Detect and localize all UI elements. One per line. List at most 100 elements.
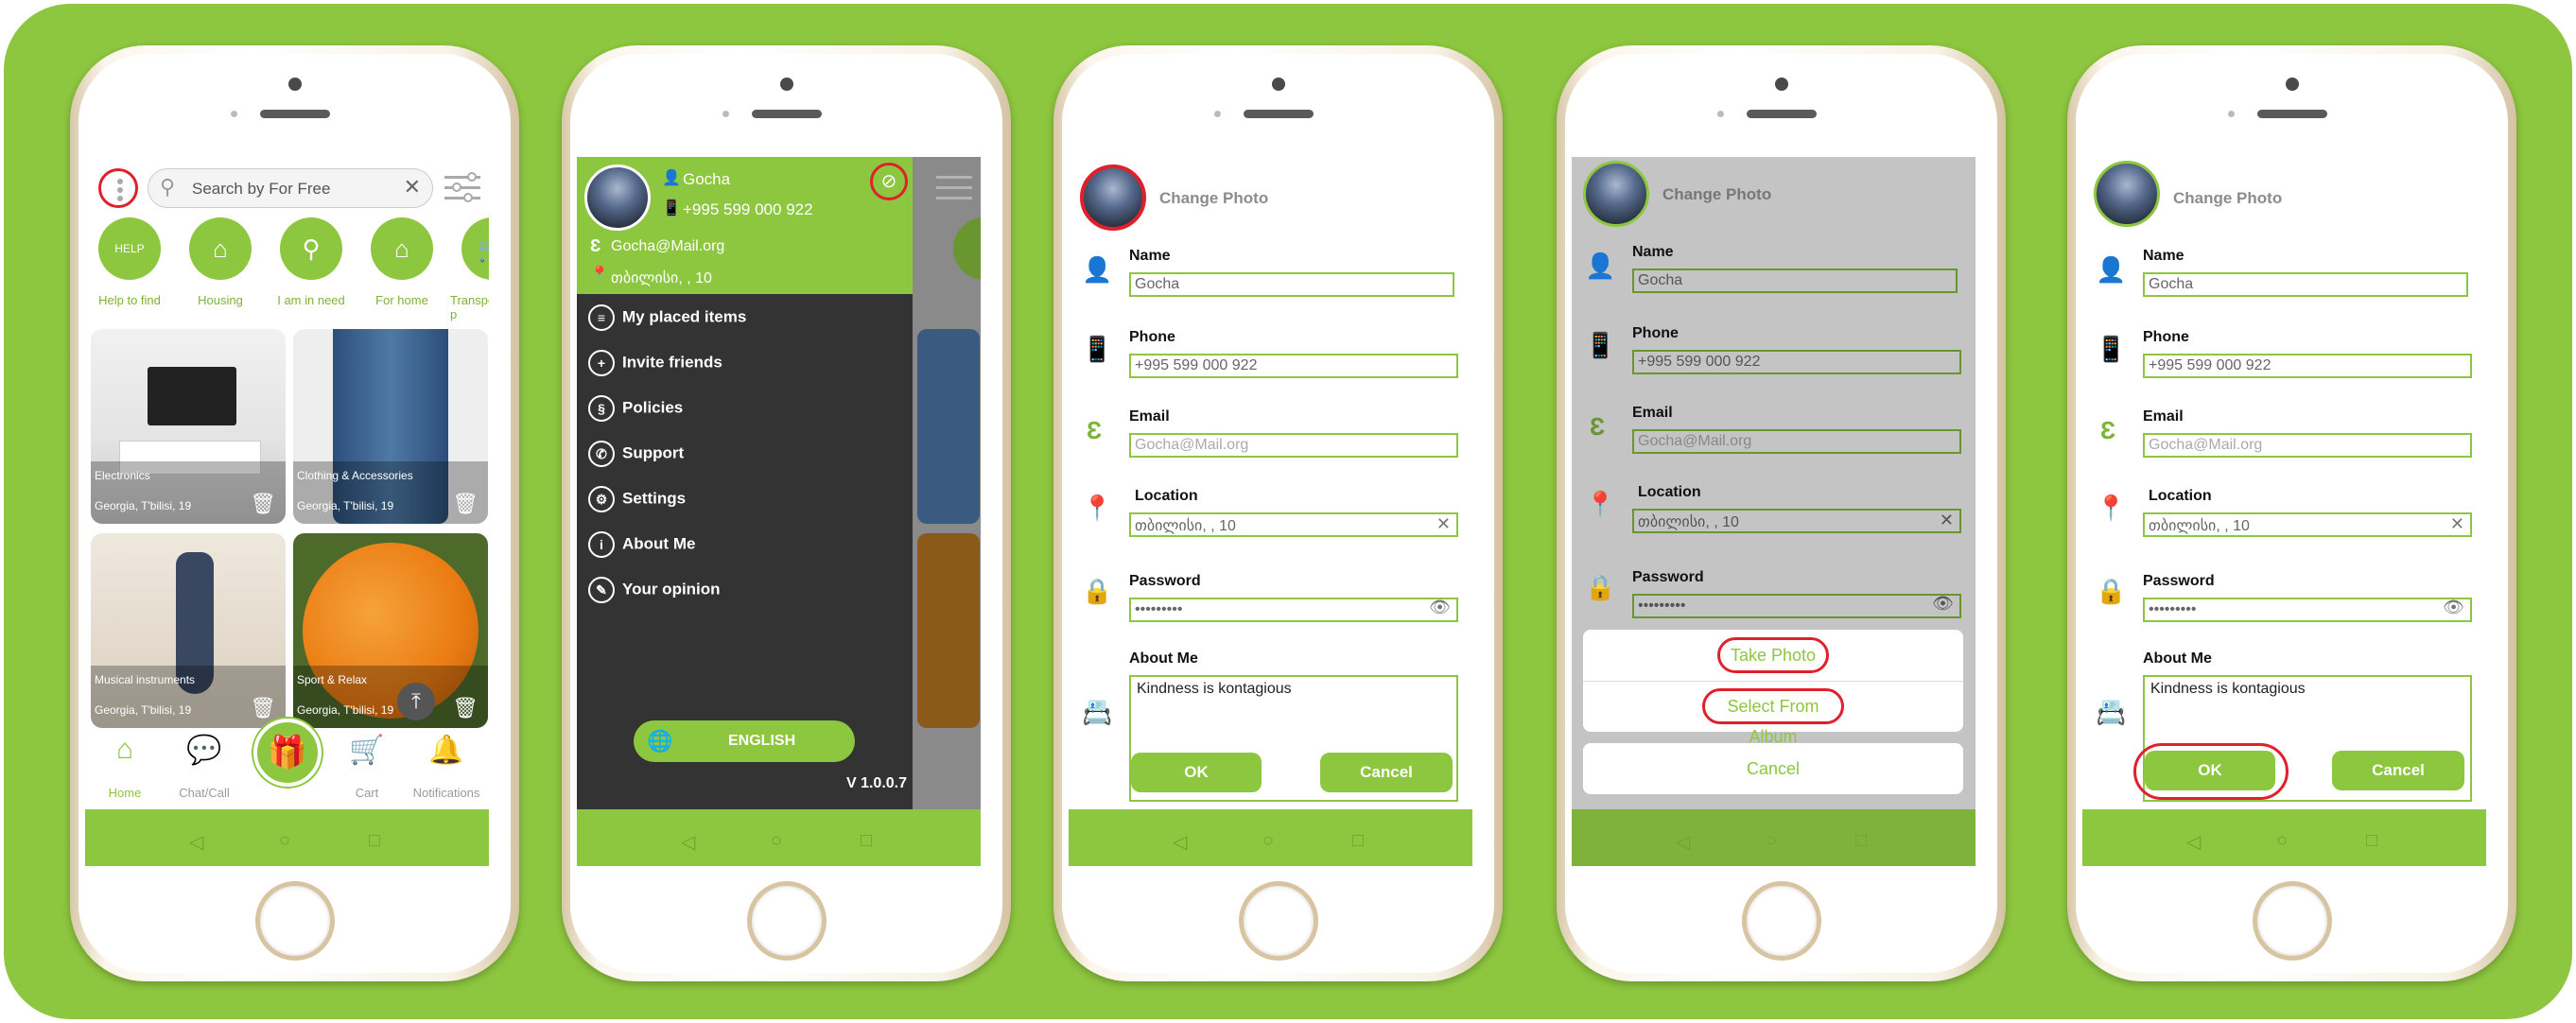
dimmed-card xyxy=(917,329,980,524)
home-nav-icon[interactable]: ○ xyxy=(2276,830,2288,852)
language-button[interactable]: 🌐 ENGLISH xyxy=(634,720,855,762)
recents-icon[interactable]: □ xyxy=(369,830,380,852)
magnifier-icon[interactable]: ⚲ xyxy=(280,217,342,280)
about-label: About Me xyxy=(2143,650,2212,667)
cancel-button[interactable]: Cancel xyxy=(2332,751,2464,790)
chat-icon[interactable]: 💬 xyxy=(185,734,223,772)
sheet-cancel-button[interactable]: Cancel xyxy=(1583,743,1963,794)
phone-icon: 📱 xyxy=(1082,335,1113,363)
menu-item-support[interactable]: ✆ Support xyxy=(588,441,684,467)
change-photo-title[interactable]: Change Photo xyxy=(1159,189,1268,208)
home-nav-icon[interactable]: ○ xyxy=(771,830,782,852)
name-label: Name xyxy=(1129,248,1171,264)
menu-item-policies[interactable]: § Policies xyxy=(588,395,683,422)
home-icon[interactable]: ⌂ xyxy=(371,217,433,280)
home-nav-icon[interactable]: ○ xyxy=(1766,830,1777,852)
name-field[interactable]: Gocha xyxy=(2143,272,2468,297)
avatar[interactable] xyxy=(1080,165,1146,231)
card-title: Clothing & Accessories xyxy=(297,469,413,482)
housing-icon[interactable]: ⌂ xyxy=(189,217,252,280)
camera xyxy=(1774,78,1788,91)
speaker xyxy=(751,110,822,118)
take-photo-button[interactable]: Take Photo xyxy=(1717,637,1829,673)
back-icon[interactable]: ◁ xyxy=(681,830,695,854)
search-icon: ⚲ xyxy=(160,175,176,199)
phone-home-button xyxy=(1741,881,1821,961)
search-bar[interactable]: ⚲ Search by For Free ✕ xyxy=(148,168,433,208)
email-field[interactable]: Gocha@Mail.org xyxy=(2143,433,2472,458)
edit-icon[interactable]: ⊘ xyxy=(870,163,908,200)
info-icon: i xyxy=(588,531,615,558)
menu-item-about[interactable]: i About Me xyxy=(588,531,695,558)
password-field[interactable]: ••••••••• 👁 xyxy=(2143,598,2472,622)
policy-icon: § xyxy=(588,395,615,422)
email-icon: Ɛ xyxy=(1086,416,1103,444)
recents-icon[interactable]: □ xyxy=(1855,830,1867,852)
scroll-top-icon[interactable]: ⤒ xyxy=(397,683,435,720)
menu-button[interactable] xyxy=(98,168,138,208)
item-card[interactable]: Musical instruments Georgia, T'bilisi, 1… xyxy=(91,533,286,728)
side-drawer: 👤 Gocha 📱 +995 599 000 922 Ɛ Gocha@Mail.… xyxy=(577,157,913,866)
android-nav-bar: ◁ ○ □ xyxy=(85,809,489,866)
eye-icon[interactable]: 👁 xyxy=(2443,598,2464,617)
ok-button[interactable]: OK xyxy=(2145,751,2275,790)
profile-form-screen: Change Photo 👤 Name Gocha 📱 Phone +995 5… xyxy=(1069,157,1472,866)
clear-icon[interactable]: ✕ xyxy=(1436,514,1451,534)
avatar[interactable] xyxy=(584,165,651,231)
user-icon: 👤 xyxy=(2096,255,2127,284)
filter-icon[interactable] xyxy=(444,172,482,204)
eye-icon: 👁 xyxy=(1932,594,1954,613)
menu-item-settings[interactable]: ⚙ Settings xyxy=(588,486,686,512)
home-nav-icon[interactable]: ○ xyxy=(279,830,290,852)
password-field[interactable]: ••••••••• 👁 xyxy=(1129,598,1458,622)
search-input[interactable]: Search by For Free xyxy=(192,180,330,199)
phone-field[interactable]: +995 599 000 922 xyxy=(2143,354,2472,378)
back-icon[interactable]: ◁ xyxy=(1676,830,1690,854)
trash-icon[interactable]: 🗑 xyxy=(452,696,479,720)
recents-icon[interactable]: □ xyxy=(1352,830,1364,852)
cart-icon[interactable]: 🛒 xyxy=(348,734,386,772)
clear-icon[interactable]: ✕ xyxy=(404,175,421,199)
home-icon[interactable]: ⌂ xyxy=(106,734,144,772)
menu-item-opinion[interactable]: ✎ Your opinion xyxy=(588,577,721,603)
change-photo-title[interactable]: Change Photo xyxy=(2173,189,2282,208)
recents-icon[interactable]: □ xyxy=(2366,830,2377,852)
trash-icon[interactable]: 🗑 xyxy=(250,492,276,516)
menu-item-placed[interactable]: ≡ My placed items xyxy=(588,304,746,331)
avatar[interactable] xyxy=(2094,161,2160,227)
card-title: Musical instruments xyxy=(95,673,196,686)
ok-button[interactable]: OK xyxy=(1131,753,1262,792)
menu-item-invite[interactable]: + Invite friends xyxy=(588,350,722,376)
drawer-screen: 👤 Gocha 📱 +995 599 000 922 Ɛ Gocha@Mail.… xyxy=(577,157,981,866)
location-field[interactable]: თბილისი, , 10 ✕ xyxy=(1129,512,1458,537)
user-location: თბილისი, , 10 xyxy=(611,270,712,286)
location-icon: 📍 xyxy=(590,267,609,283)
trash-icon[interactable]: 🗑 xyxy=(250,696,276,720)
back-icon[interactable]: ◁ xyxy=(189,830,203,854)
tab-chat[interactable]: Chat/Call xyxy=(157,786,252,800)
back-icon[interactable]: ◁ xyxy=(1173,830,1187,854)
cart-icon[interactable]: 🛒 xyxy=(461,217,489,280)
clear-icon[interactable]: ✕ xyxy=(2450,514,2464,534)
gift-icon[interactable]: 🎁 xyxy=(253,719,322,787)
bell-icon[interactable]: 🔔 xyxy=(427,734,465,772)
name-label: Name xyxy=(1632,244,1674,260)
home-nav-icon[interactable]: ○ xyxy=(1262,830,1274,852)
category-label: Housing xyxy=(198,293,243,307)
eye-icon[interactable]: 👁 xyxy=(1429,598,1451,617)
trash-icon[interactable]: 🗑 xyxy=(452,492,479,516)
item-card[interactable]: Clothing & Accessories Georgia, T'bilisi… xyxy=(293,329,488,524)
phone-profile-form: Change Photo 👤 Name Gocha 📱 Phone +995 5… xyxy=(1053,45,1503,981)
recents-icon[interactable]: □ xyxy=(861,830,872,852)
tab-notifications[interactable]: Notifications xyxy=(399,786,489,800)
help-badge-icon[interactable]: HELP xyxy=(98,217,161,280)
item-card[interactable]: Sport & Relax Georgia, T'bilisi, 19 ⤒ 🗑 xyxy=(293,533,488,728)
back-icon[interactable]: ◁ xyxy=(2186,830,2201,854)
location-field[interactable]: თბილისი, , 10 ✕ xyxy=(2143,512,2472,537)
select-album-button[interactable]: Select From Album xyxy=(1702,688,1844,746)
item-card[interactable]: Electronics Georgia, T'bilisi, 19 🗑 xyxy=(91,329,286,524)
phone-field[interactable]: +995 599 000 922 xyxy=(1129,354,1458,378)
cancel-button[interactable]: Cancel xyxy=(1320,753,1453,792)
email-field[interactable]: Gocha@Mail.org xyxy=(1129,433,1458,458)
name-field[interactable]: Gocha xyxy=(1129,272,1454,297)
